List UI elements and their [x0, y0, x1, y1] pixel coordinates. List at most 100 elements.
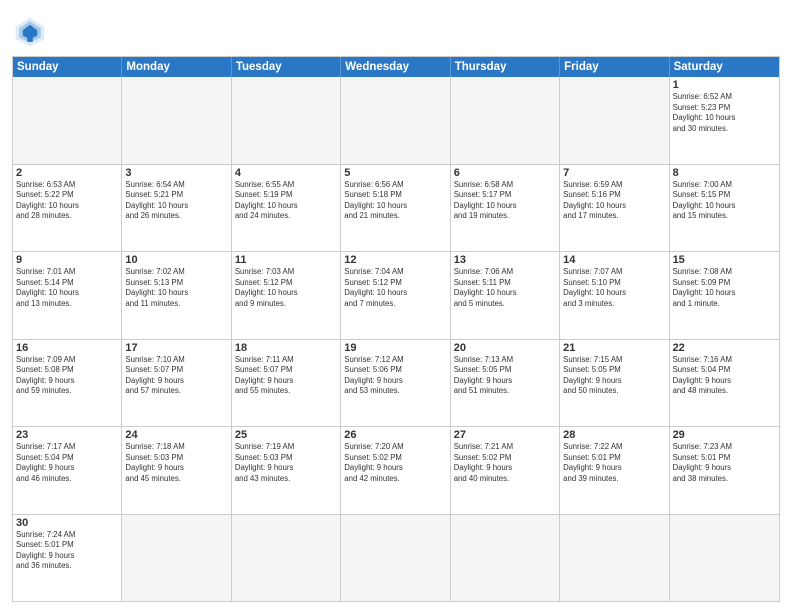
- day-info: Sunrise: 7:10 AM Sunset: 5:07 PM Dayligh…: [125, 355, 227, 397]
- day-header-saturday: Saturday: [670, 57, 779, 77]
- calendar-cell: 8Sunrise: 7:00 AM Sunset: 5:15 PM Daylig…: [670, 165, 779, 252]
- calendar-cell: 1Sunrise: 6:52 AM Sunset: 5:23 PM Daylig…: [670, 77, 779, 164]
- calendar-cell: 28Sunrise: 7:22 AM Sunset: 5:01 PM Dayli…: [560, 427, 669, 514]
- day-info: Sunrise: 7:12 AM Sunset: 5:06 PM Dayligh…: [344, 355, 446, 397]
- calendar-cell: [341, 515, 450, 602]
- day-info: Sunrise: 7:04 AM Sunset: 5:12 PM Dayligh…: [344, 267, 446, 309]
- header: [12, 10, 780, 50]
- day-header-monday: Monday: [122, 57, 231, 77]
- calendar-cell: [451, 515, 560, 602]
- calendar-cell: 20Sunrise: 7:13 AM Sunset: 5:05 PM Dayli…: [451, 340, 560, 427]
- day-info: Sunrise: 7:21 AM Sunset: 5:02 PM Dayligh…: [454, 442, 556, 484]
- calendar-cell: [670, 515, 779, 602]
- day-info: Sunrise: 7:17 AM Sunset: 5:04 PM Dayligh…: [16, 442, 118, 484]
- calendar-cell: 21Sunrise: 7:15 AM Sunset: 5:05 PM Dayli…: [560, 340, 669, 427]
- calendar-cell: 15Sunrise: 7:08 AM Sunset: 5:09 PM Dayli…: [670, 252, 779, 339]
- day-info: Sunrise: 6:59 AM Sunset: 5:16 PM Dayligh…: [563, 180, 665, 222]
- day-number: 17: [125, 342, 227, 354]
- day-number: 22: [673, 342, 776, 354]
- calendar-cell: [232, 515, 341, 602]
- day-info: Sunrise: 6:54 AM Sunset: 5:21 PM Dayligh…: [125, 180, 227, 222]
- day-number: 28: [563, 429, 665, 441]
- calendar-cell: 24Sunrise: 7:18 AM Sunset: 5:03 PM Dayli…: [122, 427, 231, 514]
- calendar-cell: 10Sunrise: 7:02 AM Sunset: 5:13 PM Dayli…: [122, 252, 231, 339]
- day-header-thursday: Thursday: [451, 57, 560, 77]
- calendar-body: 1Sunrise: 6:52 AM Sunset: 5:23 PM Daylig…: [13, 77, 779, 601]
- day-number: 18: [235, 342, 337, 354]
- calendar-cell: 19Sunrise: 7:12 AM Sunset: 5:06 PM Dayli…: [341, 340, 450, 427]
- calendar-cell: 18Sunrise: 7:11 AM Sunset: 5:07 PM Dayli…: [232, 340, 341, 427]
- day-number: 1: [673, 79, 776, 91]
- day-header-tuesday: Tuesday: [232, 57, 341, 77]
- calendar-cell: 9Sunrise: 7:01 AM Sunset: 5:14 PM Daylig…: [13, 252, 122, 339]
- day-number: 26: [344, 429, 446, 441]
- day-info: Sunrise: 7:07 AM Sunset: 5:10 PM Dayligh…: [563, 267, 665, 309]
- calendar-cell: 2Sunrise: 6:53 AM Sunset: 5:22 PM Daylig…: [13, 165, 122, 252]
- day-info: Sunrise: 6:52 AM Sunset: 5:23 PM Dayligh…: [673, 92, 776, 134]
- calendar-cell: 27Sunrise: 7:21 AM Sunset: 5:02 PM Dayli…: [451, 427, 560, 514]
- calendar-cell: 12Sunrise: 7:04 AM Sunset: 5:12 PM Dayli…: [341, 252, 450, 339]
- day-number: 12: [344, 254, 446, 266]
- day-number: 6: [454, 167, 556, 179]
- day-number: 5: [344, 167, 446, 179]
- page: SundayMondayTuesdayWednesdayThursdayFrid…: [0, 0, 792, 612]
- logo: [12, 14, 52, 50]
- day-number: 9: [16, 254, 118, 266]
- day-info: Sunrise: 7:18 AM Sunset: 5:03 PM Dayligh…: [125, 442, 227, 484]
- calendar-cell: 23Sunrise: 7:17 AM Sunset: 5:04 PM Dayli…: [13, 427, 122, 514]
- day-info: Sunrise: 7:24 AM Sunset: 5:01 PM Dayligh…: [16, 530, 118, 572]
- day-header-sunday: Sunday: [13, 57, 122, 77]
- calendar-week-4: 16Sunrise: 7:09 AM Sunset: 5:08 PM Dayli…: [13, 339, 779, 427]
- day-info: Sunrise: 7:19 AM Sunset: 5:03 PM Dayligh…: [235, 442, 337, 484]
- day-number: 2: [16, 167, 118, 179]
- day-info: Sunrise: 6:58 AM Sunset: 5:17 PM Dayligh…: [454, 180, 556, 222]
- logo-icon: [12, 14, 48, 50]
- day-info: Sunrise: 7:03 AM Sunset: 5:12 PM Dayligh…: [235, 267, 337, 309]
- day-number: 16: [16, 342, 118, 354]
- calendar-cell: 4Sunrise: 6:55 AM Sunset: 5:19 PM Daylig…: [232, 165, 341, 252]
- day-number: 3: [125, 167, 227, 179]
- day-info: Sunrise: 7:01 AM Sunset: 5:14 PM Dayligh…: [16, 267, 118, 309]
- day-number: 14: [563, 254, 665, 266]
- day-number: 24: [125, 429, 227, 441]
- day-info: Sunrise: 7:08 AM Sunset: 5:09 PM Dayligh…: [673, 267, 776, 309]
- calendar-cell: [560, 515, 669, 602]
- day-number: 20: [454, 342, 556, 354]
- calendar-cell: 5Sunrise: 6:56 AM Sunset: 5:18 PM Daylig…: [341, 165, 450, 252]
- calendar-cell: [122, 515, 231, 602]
- calendar-cell: 13Sunrise: 7:06 AM Sunset: 5:11 PM Dayli…: [451, 252, 560, 339]
- calendar-week-5: 23Sunrise: 7:17 AM Sunset: 5:04 PM Dayli…: [13, 426, 779, 514]
- day-number: 7: [563, 167, 665, 179]
- calendar-cell: [560, 77, 669, 164]
- day-number: 29: [673, 429, 776, 441]
- day-info: Sunrise: 7:00 AM Sunset: 5:15 PM Dayligh…: [673, 180, 776, 222]
- day-number: 10: [125, 254, 227, 266]
- calendar: SundayMondayTuesdayWednesdayThursdayFrid…: [12, 56, 780, 602]
- calendar-week-3: 9Sunrise: 7:01 AM Sunset: 5:14 PM Daylig…: [13, 251, 779, 339]
- day-number: 11: [235, 254, 337, 266]
- day-header-wednesday: Wednesday: [341, 57, 450, 77]
- day-info: Sunrise: 7:23 AM Sunset: 5:01 PM Dayligh…: [673, 442, 776, 484]
- calendar-cell: 7Sunrise: 6:59 AM Sunset: 5:16 PM Daylig…: [560, 165, 669, 252]
- calendar-cell: 29Sunrise: 7:23 AM Sunset: 5:01 PM Dayli…: [670, 427, 779, 514]
- calendar-cell: 26Sunrise: 7:20 AM Sunset: 5:02 PM Dayli…: [341, 427, 450, 514]
- day-info: Sunrise: 7:02 AM Sunset: 5:13 PM Dayligh…: [125, 267, 227, 309]
- calendar-week-6: 30Sunrise: 7:24 AM Sunset: 5:01 PM Dayli…: [13, 514, 779, 602]
- calendar-cell: [341, 77, 450, 164]
- day-number: 30: [16, 517, 118, 529]
- day-info: Sunrise: 7:16 AM Sunset: 5:04 PM Dayligh…: [673, 355, 776, 397]
- day-number: 25: [235, 429, 337, 441]
- day-info: Sunrise: 7:15 AM Sunset: 5:05 PM Dayligh…: [563, 355, 665, 397]
- calendar-cell: 16Sunrise: 7:09 AM Sunset: 5:08 PM Dayli…: [13, 340, 122, 427]
- calendar-cell: 11Sunrise: 7:03 AM Sunset: 5:12 PM Dayli…: [232, 252, 341, 339]
- day-info: Sunrise: 7:11 AM Sunset: 5:07 PM Dayligh…: [235, 355, 337, 397]
- day-header-friday: Friday: [560, 57, 669, 77]
- calendar-cell: [122, 77, 231, 164]
- calendar-cell: [451, 77, 560, 164]
- day-info: Sunrise: 7:09 AM Sunset: 5:08 PM Dayligh…: [16, 355, 118, 397]
- day-number: 21: [563, 342, 665, 354]
- calendar-cell: [13, 77, 122, 164]
- day-info: Sunrise: 7:06 AM Sunset: 5:11 PM Dayligh…: [454, 267, 556, 309]
- day-number: 8: [673, 167, 776, 179]
- calendar-cell: [232, 77, 341, 164]
